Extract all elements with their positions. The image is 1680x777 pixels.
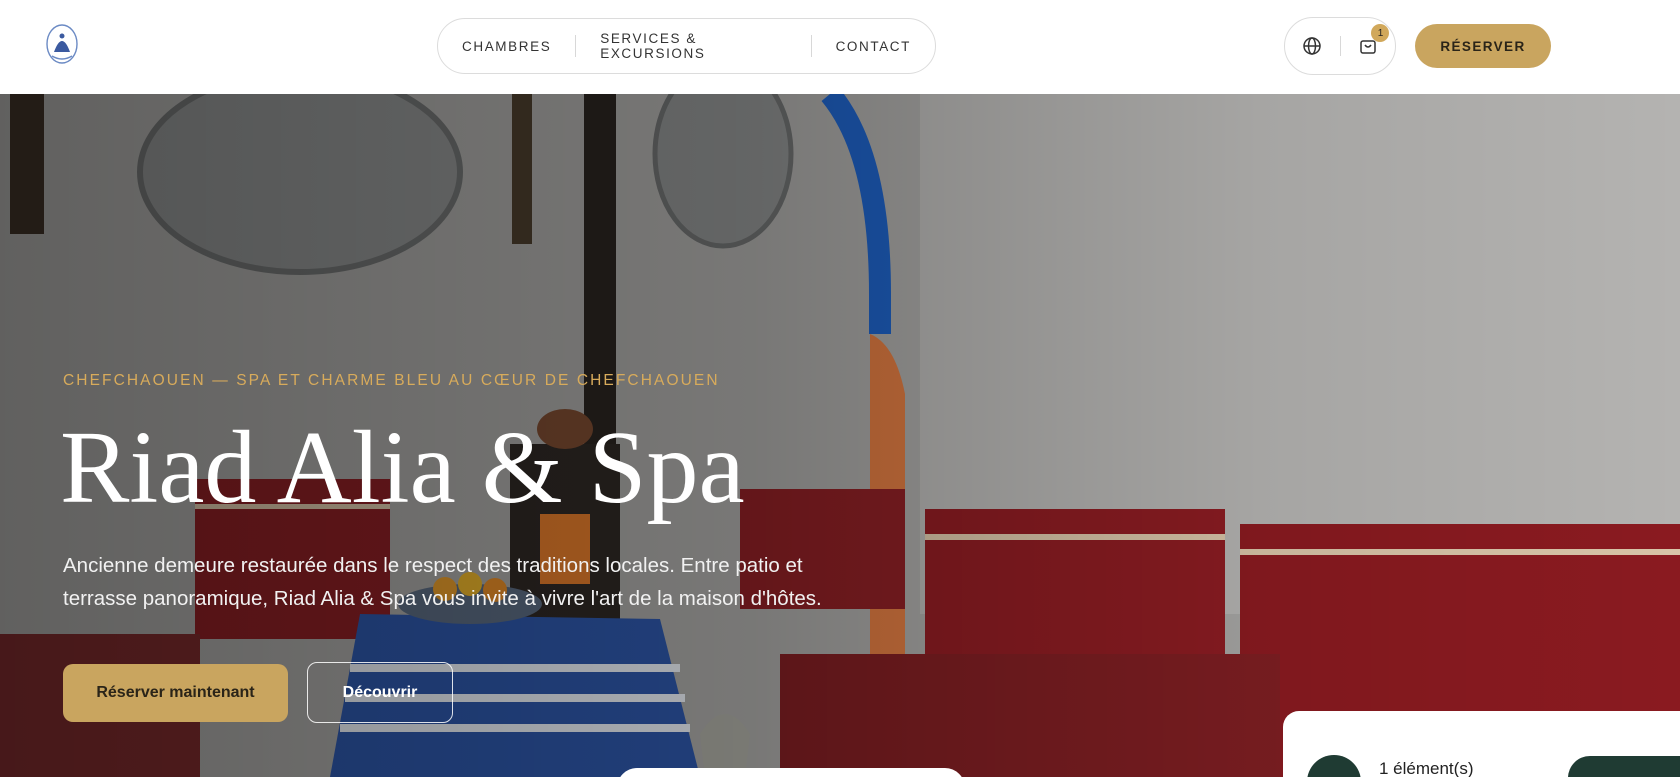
book-now-button[interactable]: Réserver maintenant xyxy=(63,664,288,722)
hero-description: Ancienne demeure restaurée dans le respe… xyxy=(63,554,822,610)
cart-button[interactable]: 1 xyxy=(1340,18,1395,74)
main-nav: CHAMBRES SERVICES & EXCURSIONS CONTACT xyxy=(437,18,936,74)
hero-eyebrow: CHEFCHAOUEN — SPA ET CHARME BLEU AU CŒUR… xyxy=(63,372,720,389)
nav-item-services-excursions[interactable]: SERVICES & EXCURSIONS xyxy=(576,31,810,61)
cart-bag-icon xyxy=(1307,755,1361,777)
bottom-search-bar[interactable] xyxy=(617,768,965,777)
hero-section: CHEFCHAOUEN — SPA ET CHARME BLEU AU CŒUR… xyxy=(0,94,1680,777)
nav-item-chambres[interactable]: CHAMBRES xyxy=(438,39,575,54)
logo[interactable] xyxy=(44,22,80,66)
globe-icon xyxy=(1303,37,1321,55)
nav-item-contact[interactable]: CONTACT xyxy=(812,39,935,54)
language-button[interactable] xyxy=(1285,18,1340,74)
cart-count-badge: 1 xyxy=(1371,24,1390,42)
discover-button[interactable]: Découvrir xyxy=(307,662,453,723)
logo-emblem-icon xyxy=(46,24,78,64)
reserve-button[interactable]: RÉSERVER xyxy=(1415,24,1551,68)
cart-item-count: 1 élément(s) xyxy=(1379,759,1474,777)
utility-group: 1 xyxy=(1284,17,1396,75)
cart-action-button[interactable] xyxy=(1568,756,1680,777)
site-header: CHAMBRES SERVICES & EXCURSIONS CONTACT 1… xyxy=(0,0,1680,94)
hero-title: Riad Alia & Spa xyxy=(60,410,745,525)
cart-panel: 1 élément(s) xyxy=(1283,711,1680,777)
